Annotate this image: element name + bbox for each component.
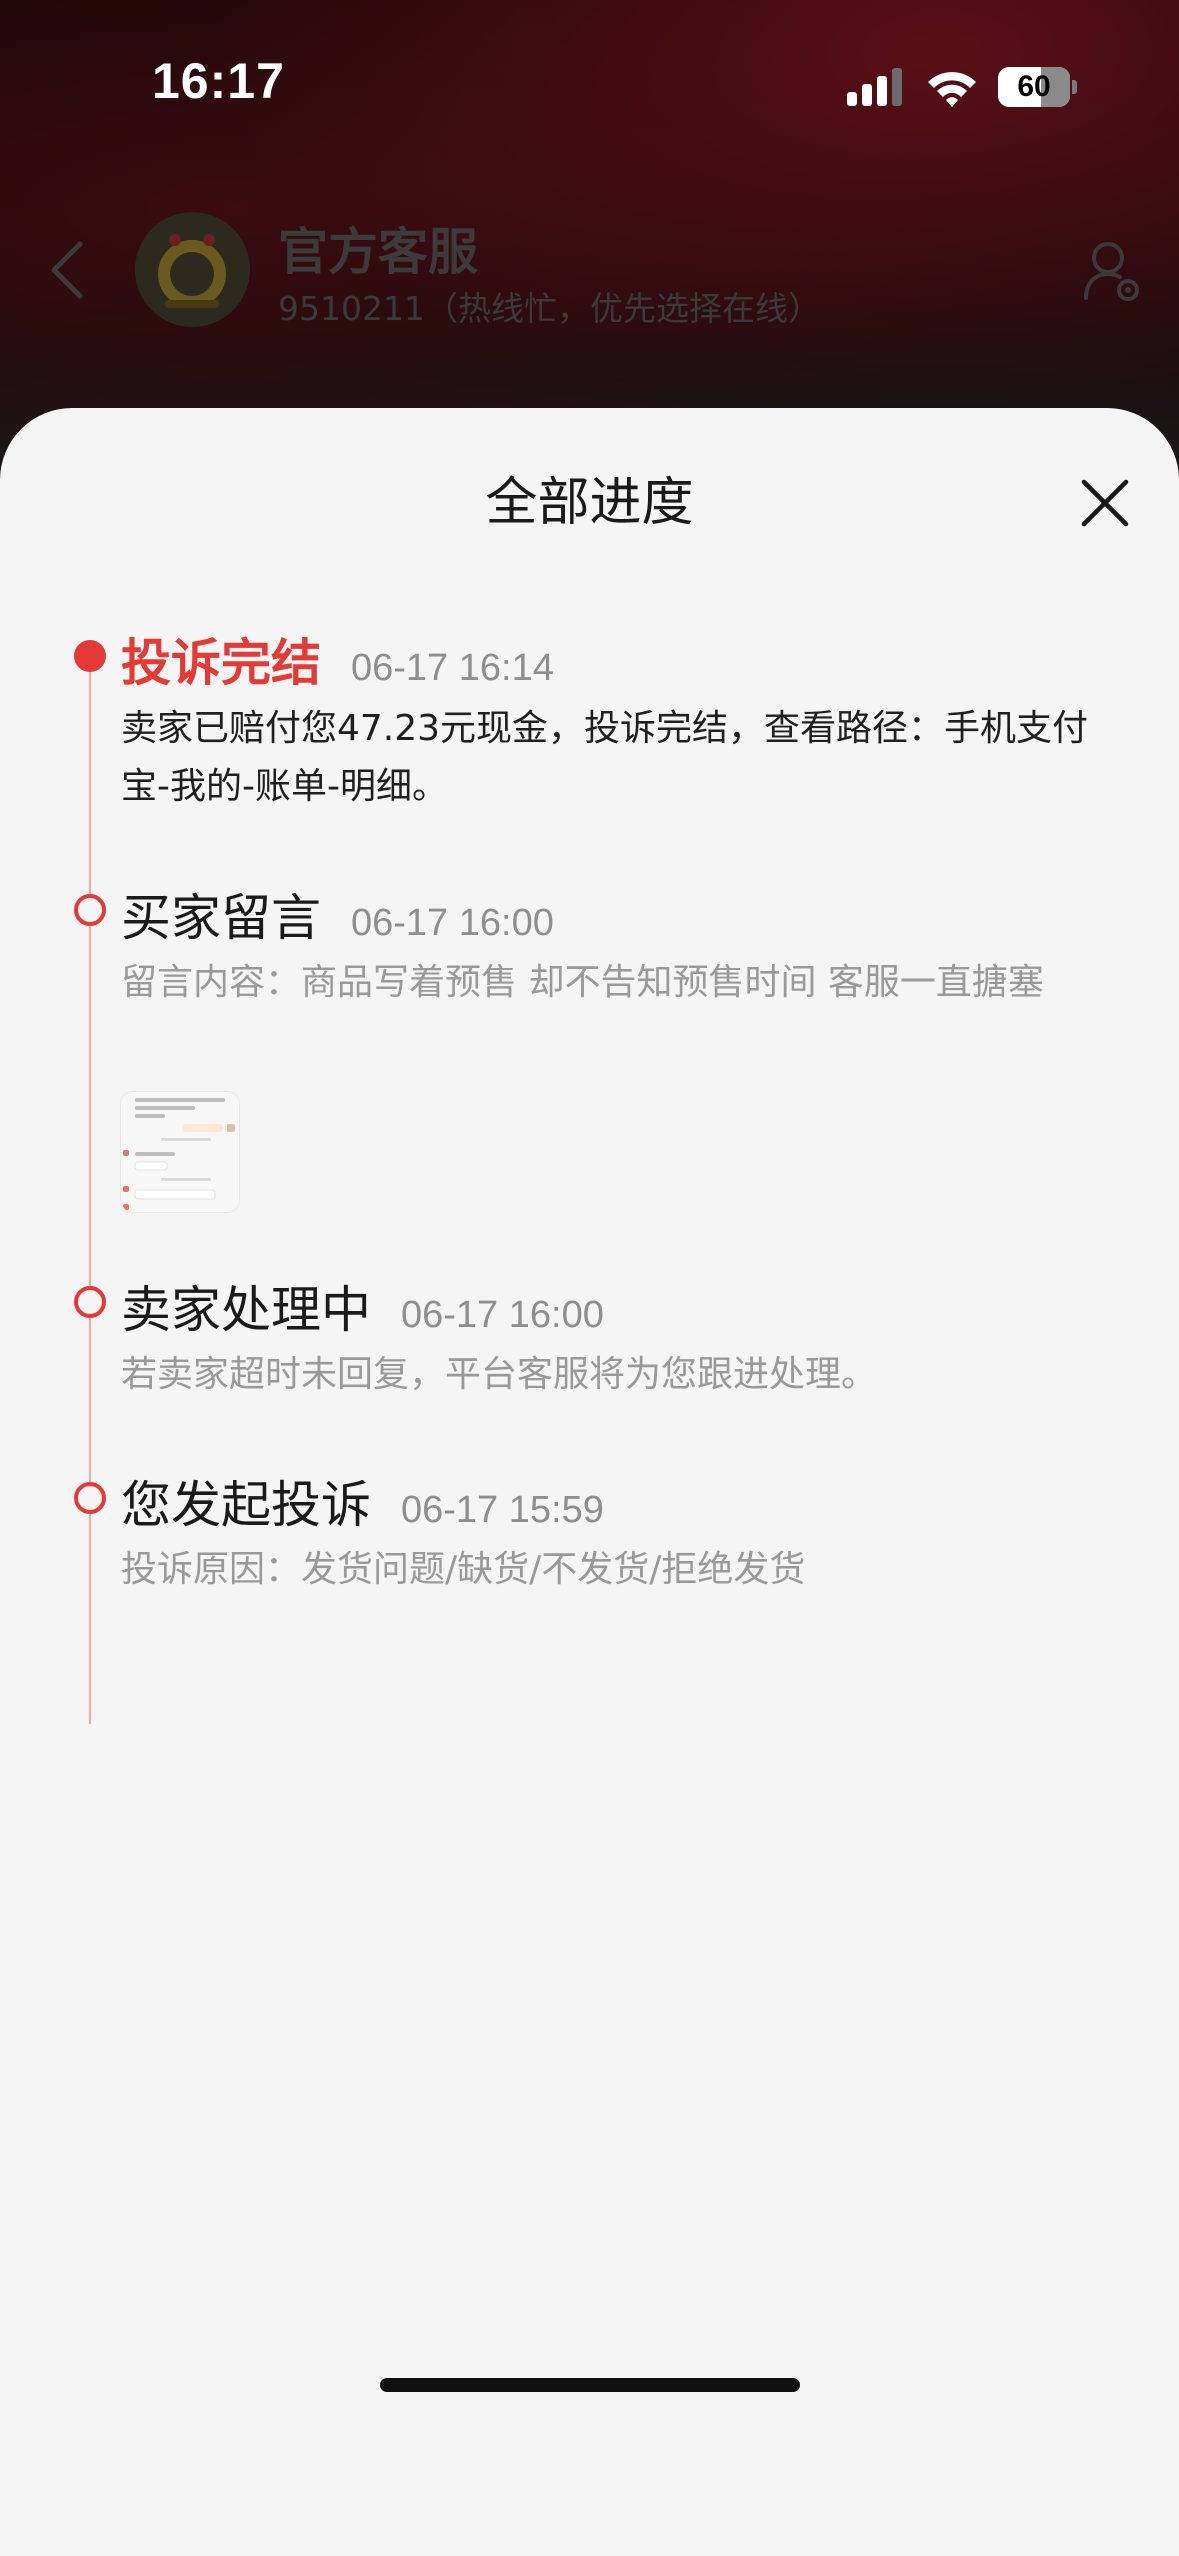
event-title: 卖家处理中 (121, 1281, 371, 1339)
home-indicator[interactable] (380, 2378, 800, 2392)
timeline-line (89, 656, 91, 1724)
chat-header: 官方客服 9510211（热线忙，优先选择在线） (0, 200, 1179, 340)
battery-indicator: 60 (998, 67, 1078, 107)
chat-title: 官方客服 (278, 223, 478, 281)
attachment-thumbnail[interactable] (121, 1092, 239, 1212)
chat-screenshot-image (121, 1092, 239, 1212)
event-description: 若卖家超时未回复，平台客服将为您跟进处理。 (121, 1354, 878, 1395)
event-time: 06-17 16:00 (401, 1294, 604, 1336)
event-time: 06-17 16:00 (351, 902, 554, 944)
wifi-icon (928, 72, 976, 107)
event-header: 买家留言 06-17 16:00 (121, 878, 554, 950)
sheet-title: 全部进度 (485, 473, 694, 533)
event-description: 卖家已赔付您47.23元现金，投诉完结，查看路径：手机支付宝-我的-账单-明细。 (121, 708, 1089, 807)
battery-tip (1072, 80, 1077, 94)
event-description: 留言内容：商品写着预售 却不告知预售时间 客服一直搪塞 (121, 962, 1044, 1003)
event-header: 卖家处理中 06-17 16:00 (121, 1270, 604, 1342)
user-settings-icon[interactable] (1082, 240, 1142, 304)
event-header: 投诉完结 06-17 16:14 (121, 623, 554, 695)
back-chevron-icon[interactable] (48, 240, 88, 300)
event-title: 投诉完结 (121, 634, 321, 692)
service-avatar (135, 212, 250, 327)
chat-subtitle: 9510211（热线忙，优先选择在线） (278, 289, 821, 328)
progress-sheet: 全部进度 投诉完结 06-17 16:14 卖家已赔付您47.23元现金，投诉完结… (0, 408, 1179, 2556)
event-title: 您发起投诉 (121, 1476, 371, 1534)
event-title: 买家留言 (121, 889, 321, 947)
timeline-dot (74, 894, 106, 926)
mascot-icon (158, 234, 226, 308)
cellular-signal-icon (847, 68, 902, 106)
event-time: 06-17 15:59 (401, 1489, 604, 1531)
event-description: 投诉原因：发货问题/缺货/不发货/拒绝发货 (121, 1549, 806, 1590)
status-time: 16:17 (152, 53, 285, 109)
event-header: 您发起投诉 06-17 15:59 (121, 1465, 604, 1537)
event-time: 06-17 16:14 (351, 647, 554, 689)
status-bar: 16:17 60 (0, 0, 1179, 170)
battery-body: 60 (998, 67, 1070, 107)
timeline-dot (74, 1482, 106, 1514)
close-icon[interactable] (1078, 476, 1132, 530)
battery-percent: 60 (1017, 70, 1051, 103)
timeline-dot-active (74, 640, 106, 672)
timeline-dot (74, 1286, 106, 1318)
